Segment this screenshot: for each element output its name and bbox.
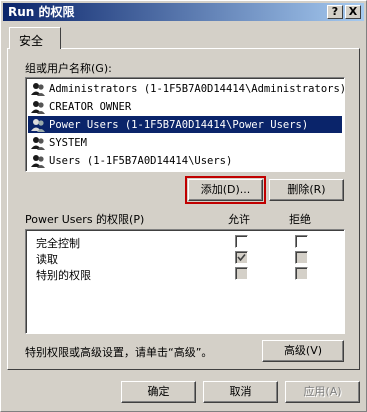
list-item[interactable]: Administrators (1-1F5B7A0D14414\Administ…: [28, 80, 346, 97]
cancel-button[interactable]: 取消: [203, 381, 278, 403]
permission-name-special: 特别的权限: [36, 269, 91, 282]
groups-label: 组或用户名称(G):: [25, 62, 112, 75]
list-item[interactable]: CREATOR OWNER: [28, 98, 342, 115]
apply-button-label: 应用(A): [303, 385, 342, 398]
user-group-icon: [31, 82, 45, 96]
allow-header: 允许: [228, 213, 250, 226]
advanced-button-label: 高级(V): [283, 344, 323, 357]
user-group-icon: [31, 136, 45, 150]
list-item-label: Users (1-1F5B7A0D14414\Users): [49, 154, 233, 167]
users-listbox[interactable]: Administrators (1-1F5B7A0D14414\Administ…: [25, 77, 346, 172]
add-button[interactable]: 添加(D)...: [185, 176, 266, 204]
ok-button-label: 确定: [147, 385, 170, 398]
advanced-hint: 特别权限或高级设置，请单击“高级”。: [25, 346, 213, 359]
title-bar[interactable]: Run 的权限 ? X: [3, 3, 364, 21]
list-item-label: CREATOR OWNER: [49, 100, 132, 113]
check-mark-icon: [237, 253, 246, 262]
list-item-label: SYSTEM: [49, 136, 87, 149]
full-control-deny-checkbox[interactable]: [295, 235, 308, 248]
ok-button[interactable]: 确定: [121, 381, 196, 403]
apply-button[interactable]: 应用(A): [285, 381, 360, 403]
special-allow-checkbox[interactable]: [235, 267, 248, 280]
tab-security[interactable]: 安全: [9, 27, 61, 49]
advanced-button[interactable]: 高级(V): [262, 340, 344, 362]
permissions-dialog: Run 的权限 ? X 安全 组或用户名称(G): Administrators…: [0, 0, 367, 412]
help-button[interactable]: ?: [327, 5, 343, 19]
user-group-icon: [31, 100, 45, 114]
list-item-label: Power Users (1-1F5B7A0D14414\Power Users…: [49, 118, 309, 131]
permissions-label: Power Users 的权限(P): [25, 213, 145, 226]
permissions-list: 完全控制 读取 特别的权限: [25, 229, 345, 334]
list-item[interactable]: SYSTEM: [28, 134, 342, 151]
remove-button-label: 删除(R): [287, 183, 326, 196]
list-item-label: Administrators (1-1F5B7A0D14414\Administ…: [49, 82, 347, 95]
add-button-label: 添加(D)...: [200, 183, 251, 196]
tab-security-label: 安全: [19, 34, 44, 48]
close-button[interactable]: X: [345, 5, 361, 19]
user-group-icon: [31, 154, 45, 168]
deny-header: 拒绝: [289, 213, 311, 226]
permission-name-full-control: 完全控制: [36, 237, 80, 250]
remove-button[interactable]: 删除(R): [269, 179, 344, 201]
list-item[interactable]: Users (1-1F5B7A0D14414\Users): [28, 152, 342, 169]
window-title: Run 的权限: [8, 5, 75, 19]
user-group-icon: [31, 118, 45, 132]
read-deny-checkbox[interactable]: [295, 251, 308, 264]
read-allow-checkbox[interactable]: [235, 251, 248, 264]
special-deny-checkbox[interactable]: [295, 267, 308, 280]
list-item-selected[interactable]: Power Users (1-1F5B7A0D14414\Power Users…: [28, 116, 342, 133]
cancel-button-label: 取消: [229, 385, 252, 398]
full-control-allow-checkbox[interactable]: [235, 235, 248, 248]
permission-name-read: 读取: [36, 253, 58, 266]
